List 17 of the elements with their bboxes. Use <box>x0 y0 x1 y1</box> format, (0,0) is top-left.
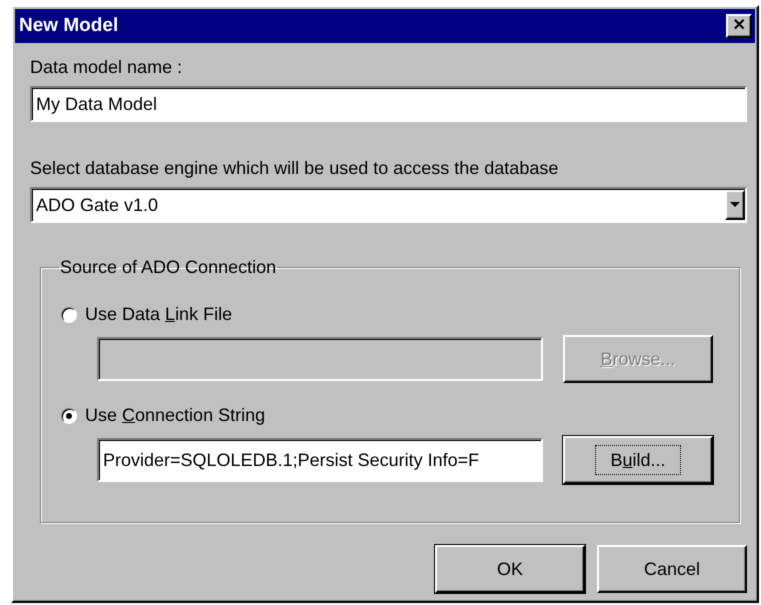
window-title: New Model <box>19 15 118 37</box>
engine-dropdown[interactable]: ADO Gate v1.0 <box>30 187 747 223</box>
radio-button[interactable] <box>61 408 77 424</box>
field-label: Select database engine which will be used to access the database <box>30 158 560 179</box>
model-name-field[interactable]: My Data Model <box>30 86 747 122</box>
ok-button[interactable]: OK <box>435 545 585 593</box>
field-label: Data model name : <box>30 57 184 78</box>
build-button[interactable]: Build... <box>563 436 713 484</box>
close-button[interactable]: ✕ <box>726 14 752 38</box>
connection-field[interactable] <box>97 337 543 381</box>
radio-button[interactable] <box>61 306 77 322</box>
radio-label[interactable]: Use Data Link File <box>85 304 232 325</box>
cancel-button[interactable]: Cancel <box>597 545 747 593</box>
connection-field[interactable]: Provider=SQLOLEDB.1;Persist Security Info=F <box>97 438 543 482</box>
dropdown-value: ADO Gate v1.0 <box>35 194 158 216</box>
radio-label[interactable]: Use Connection String <box>85 405 266 426</box>
group-title: Source of ADO Connection <box>59 257 278 278</box>
